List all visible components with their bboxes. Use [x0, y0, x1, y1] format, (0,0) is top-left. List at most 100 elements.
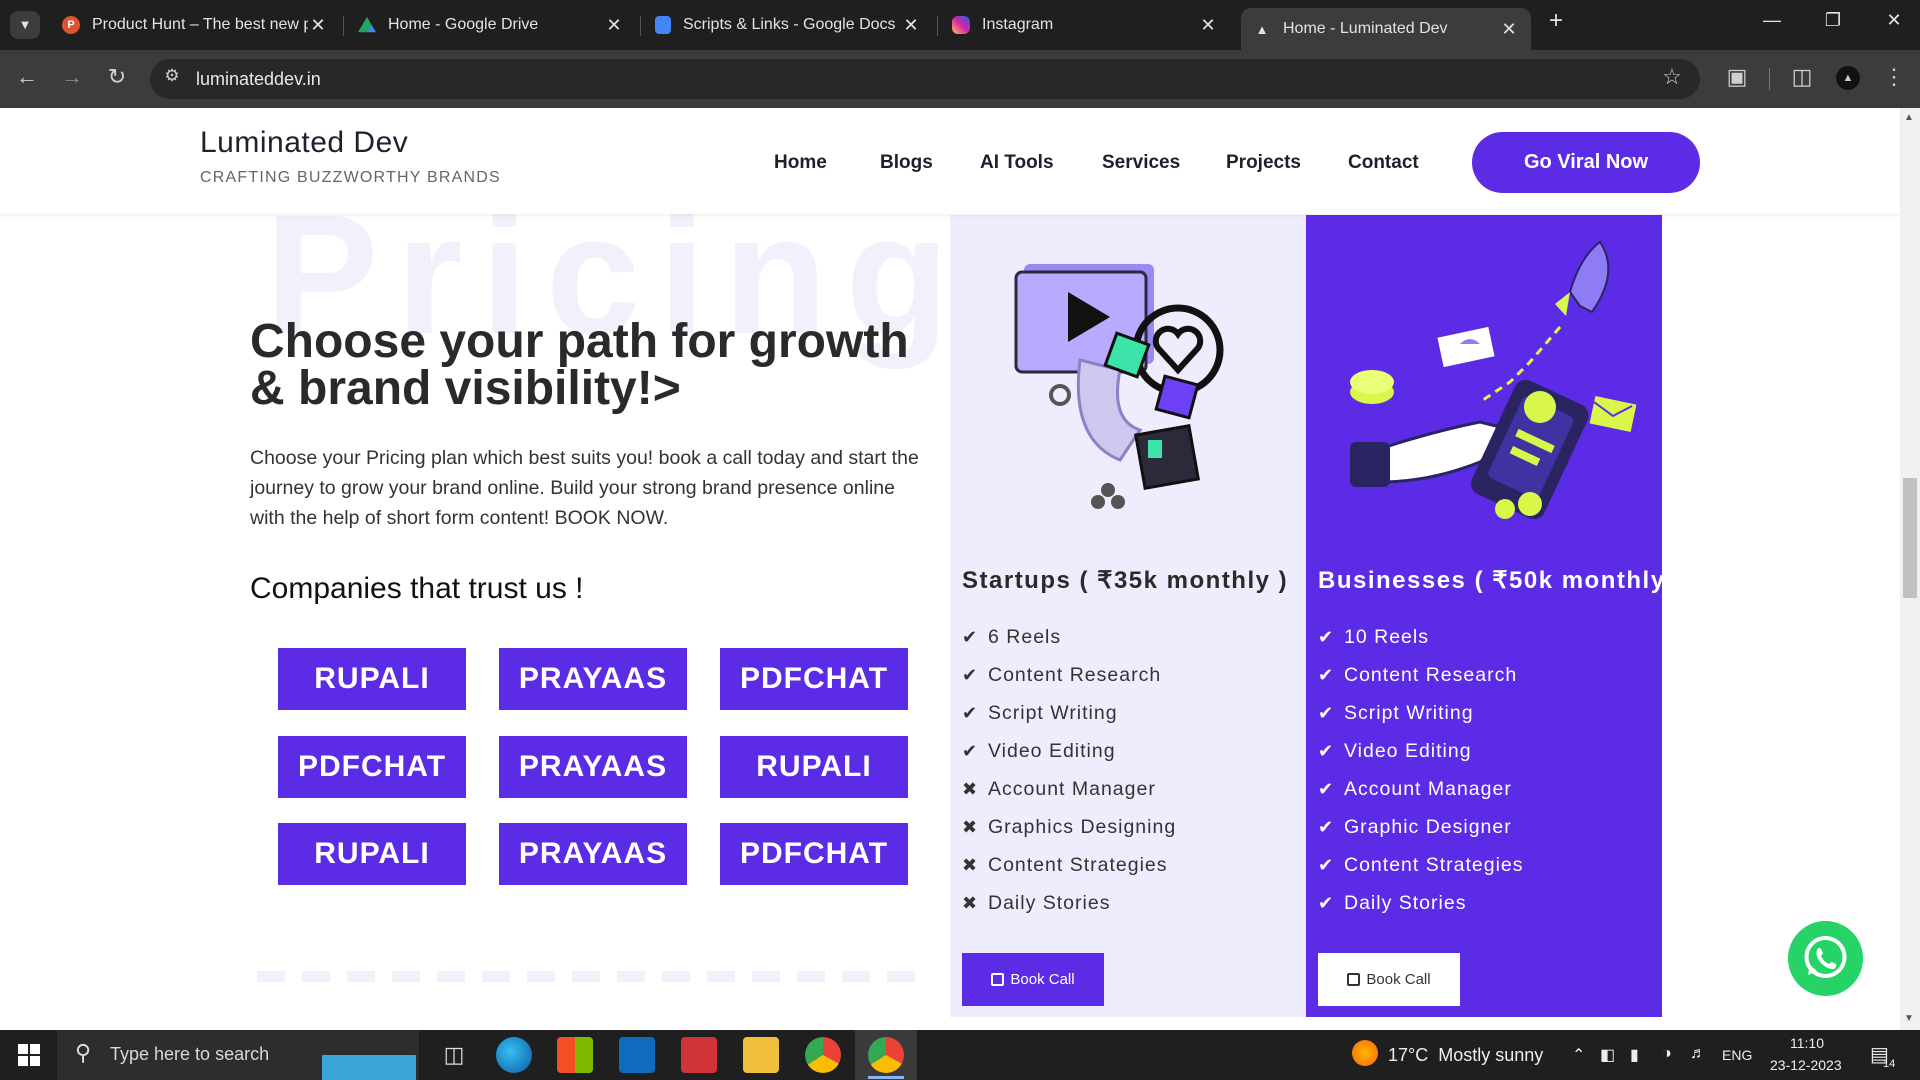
windows-start-icon[interactable]	[18, 1044, 40, 1066]
company-logo: PRAYAAS	[499, 823, 687, 885]
tab-instagram[interactable]: Instagram ✕	[940, 8, 1230, 42]
plan-feature: ✖ Content Strategies	[960, 854, 1168, 877]
address-bar[interactable]	[150, 59, 1700, 99]
toolbar-divider	[1769, 68, 1770, 90]
minimize-icon[interactable]: —	[1752, 10, 1792, 31]
mail-icon[interactable]	[619, 1037, 655, 1073]
plan-feature: ✔ Video Editing	[1316, 740, 1472, 763]
calendar-icon	[991, 973, 1005, 986]
company-logo: PRAYAAS	[499, 736, 687, 798]
reload-icon[interactable]: ↻	[102, 64, 132, 90]
window-close-icon[interactable]: ✕	[1874, 10, 1914, 31]
company-logo: RUPALI	[720, 736, 908, 798]
plan-feature: ✔ Content Research	[960, 664, 1161, 687]
divider-dash	[257, 971, 285, 982]
whatsapp-button[interactable]	[1788, 921, 1863, 996]
scroll-up-arrow[interactable]: ▲	[1904, 112, 1914, 123]
meet-now-icon[interactable]: ◧	[1600, 1045, 1615, 1065]
company-logo: PDFCHAT	[720, 648, 908, 710]
profile-avatar[interactable]: ▲	[1836, 66, 1860, 90]
file-explorer-icon[interactable]	[743, 1037, 779, 1073]
check-icon: ✔	[1317, 741, 1335, 761]
company-logo: PRAYAAS	[499, 648, 687, 710]
divider-dash	[797, 971, 825, 982]
nav-home[interactable]: Home	[774, 152, 827, 174]
divider-dash	[347, 971, 375, 982]
book-call-button[interactable]: Book Call	[1318, 953, 1460, 1006]
microsoft-store-icon[interactable]	[557, 1037, 593, 1073]
feature-label: Script Writing	[1344, 702, 1474, 724]
check-icon: ✔	[961, 703, 979, 723]
divider-dash	[482, 971, 510, 982]
chrome-icon[interactable]	[868, 1037, 904, 1073]
clock-time[interactable]: 11:10	[1790, 1035, 1824, 1051]
tab-google-docs[interactable]: Scripts & Links - Google Docs ✕	[643, 8, 933, 42]
search-highlight-illustration	[322, 1038, 416, 1080]
edge-icon[interactable]	[496, 1037, 532, 1073]
product-hunt-icon: P	[62, 16, 80, 34]
extensions-icon[interactable]: ▣	[1722, 64, 1752, 90]
tab-search-button[interactable]: ▼	[10, 11, 40, 39]
tab-title: Home - Luminated Dev	[1283, 20, 1448, 37]
plan-title: Startups ( ₹35k monthly )	[962, 567, 1289, 594]
notification-count: 14	[1883, 1058, 1896, 1070]
plan-feature: ✖ Account Manager	[960, 778, 1156, 801]
brand-tagline: CRAFTING BUZZWORTHY BRANDS	[200, 169, 501, 186]
close-icon[interactable]: ✕	[604, 15, 624, 36]
brand-name[interactable]: Luminated Dev	[200, 126, 408, 160]
company-logo: PDFCHAT	[278, 736, 466, 798]
new-tab-icon[interactable]: +	[1536, 7, 1576, 35]
nav-projects[interactable]: Projects	[1226, 152, 1301, 174]
go-viral-button[interactable]: Go Viral Now	[1472, 132, 1700, 193]
weather-icon[interactable]	[1352, 1040, 1378, 1066]
show-hidden-icons[interactable]: ⌃	[1572, 1045, 1585, 1065]
divider-dash	[662, 971, 690, 982]
feature-label: Content Research	[1344, 664, 1518, 686]
url-text[interactable]: luminateddev.in	[196, 69, 321, 90]
back-icon[interactable]: ←	[12, 64, 42, 90]
chrome-profile-icon[interactable]	[805, 1037, 841, 1073]
company-logo: RUPALI	[278, 648, 466, 710]
tab-luminated-dev[interactable]: ▲ Home - Luminated Dev ✕	[1241, 8, 1531, 50]
tab-product-hunt[interactable]: P Product Hunt – The best new pr ✕	[50, 8, 340, 42]
feature-label: Content Research	[988, 664, 1162, 686]
nav-services[interactable]: Services	[1102, 152, 1180, 174]
side-panel-icon[interactable]: ◫	[1787, 64, 1817, 90]
menu-icon[interactable]: ⋮	[1879, 64, 1909, 90]
close-icon[interactable]: ✕	[901, 15, 921, 36]
plan-feature: ✔ Content Research	[1316, 664, 1517, 687]
divider-dash	[392, 971, 420, 982]
task-view-icon[interactable]: ◫	[436, 1037, 472, 1073]
tab-google-drive[interactable]: Home - Google Drive ✕	[346, 8, 636, 42]
battery-icon[interactable]: ▮	[1630, 1045, 1639, 1065]
site-info-icon[interactable]: ⚙	[157, 66, 187, 86]
scrollbar-thumb[interactable]	[1903, 478, 1917, 598]
nav-blogs[interactable]: Blogs	[880, 152, 933, 174]
close-icon[interactable]: ✕	[1499, 19, 1519, 40]
forward-icon[interactable]: →	[57, 64, 87, 90]
volume-icon[interactable]: ♬	[1690, 1045, 1706, 1063]
language-indicator[interactable]: ENG	[1722, 1047, 1752, 1063]
restore-icon[interactable]: ❐	[1813, 10, 1853, 31]
close-icon[interactable]: ✕	[1198, 15, 1218, 36]
search-placeholder: Type here to search	[110, 1044, 270, 1064]
feature-label: Daily Stories	[988, 892, 1111, 914]
nav-ai-tools[interactable]: AI Tools	[980, 152, 1054, 174]
intro-paragraph: Choose your Pricing plan which best suit…	[250, 447, 919, 529]
scroll-down-arrow[interactable]: ▼	[1904, 1013, 1914, 1024]
bookmark-star-icon[interactable]: ☆	[1657, 64, 1687, 90]
gift-icon[interactable]	[681, 1037, 717, 1073]
check-icon: ✔	[1317, 893, 1335, 913]
book-call-button[interactable]: Book Call	[962, 953, 1104, 1006]
wifi-icon[interactable]: ◑	[1662, 1045, 1672, 1063]
nav-contact[interactable]: Contact	[1348, 152, 1419, 174]
page-headline: Choose your path for growth & brand visi…	[250, 315, 909, 415]
plan-feature: ✖ Graphics Designing	[960, 816, 1176, 839]
clock-date[interactable]: 23-12-2023	[1770, 1057, 1842, 1073]
google-drive-icon	[358, 16, 376, 33]
check-icon: ✔	[1317, 779, 1335, 799]
feature-label: Script Writing	[988, 702, 1118, 724]
weather-text[interactable]: 17°C Mostly sunny	[1388, 1045, 1543, 1066]
close-icon[interactable]: ✕	[308, 15, 328, 36]
feature-label: Account Manager	[988, 778, 1156, 800]
